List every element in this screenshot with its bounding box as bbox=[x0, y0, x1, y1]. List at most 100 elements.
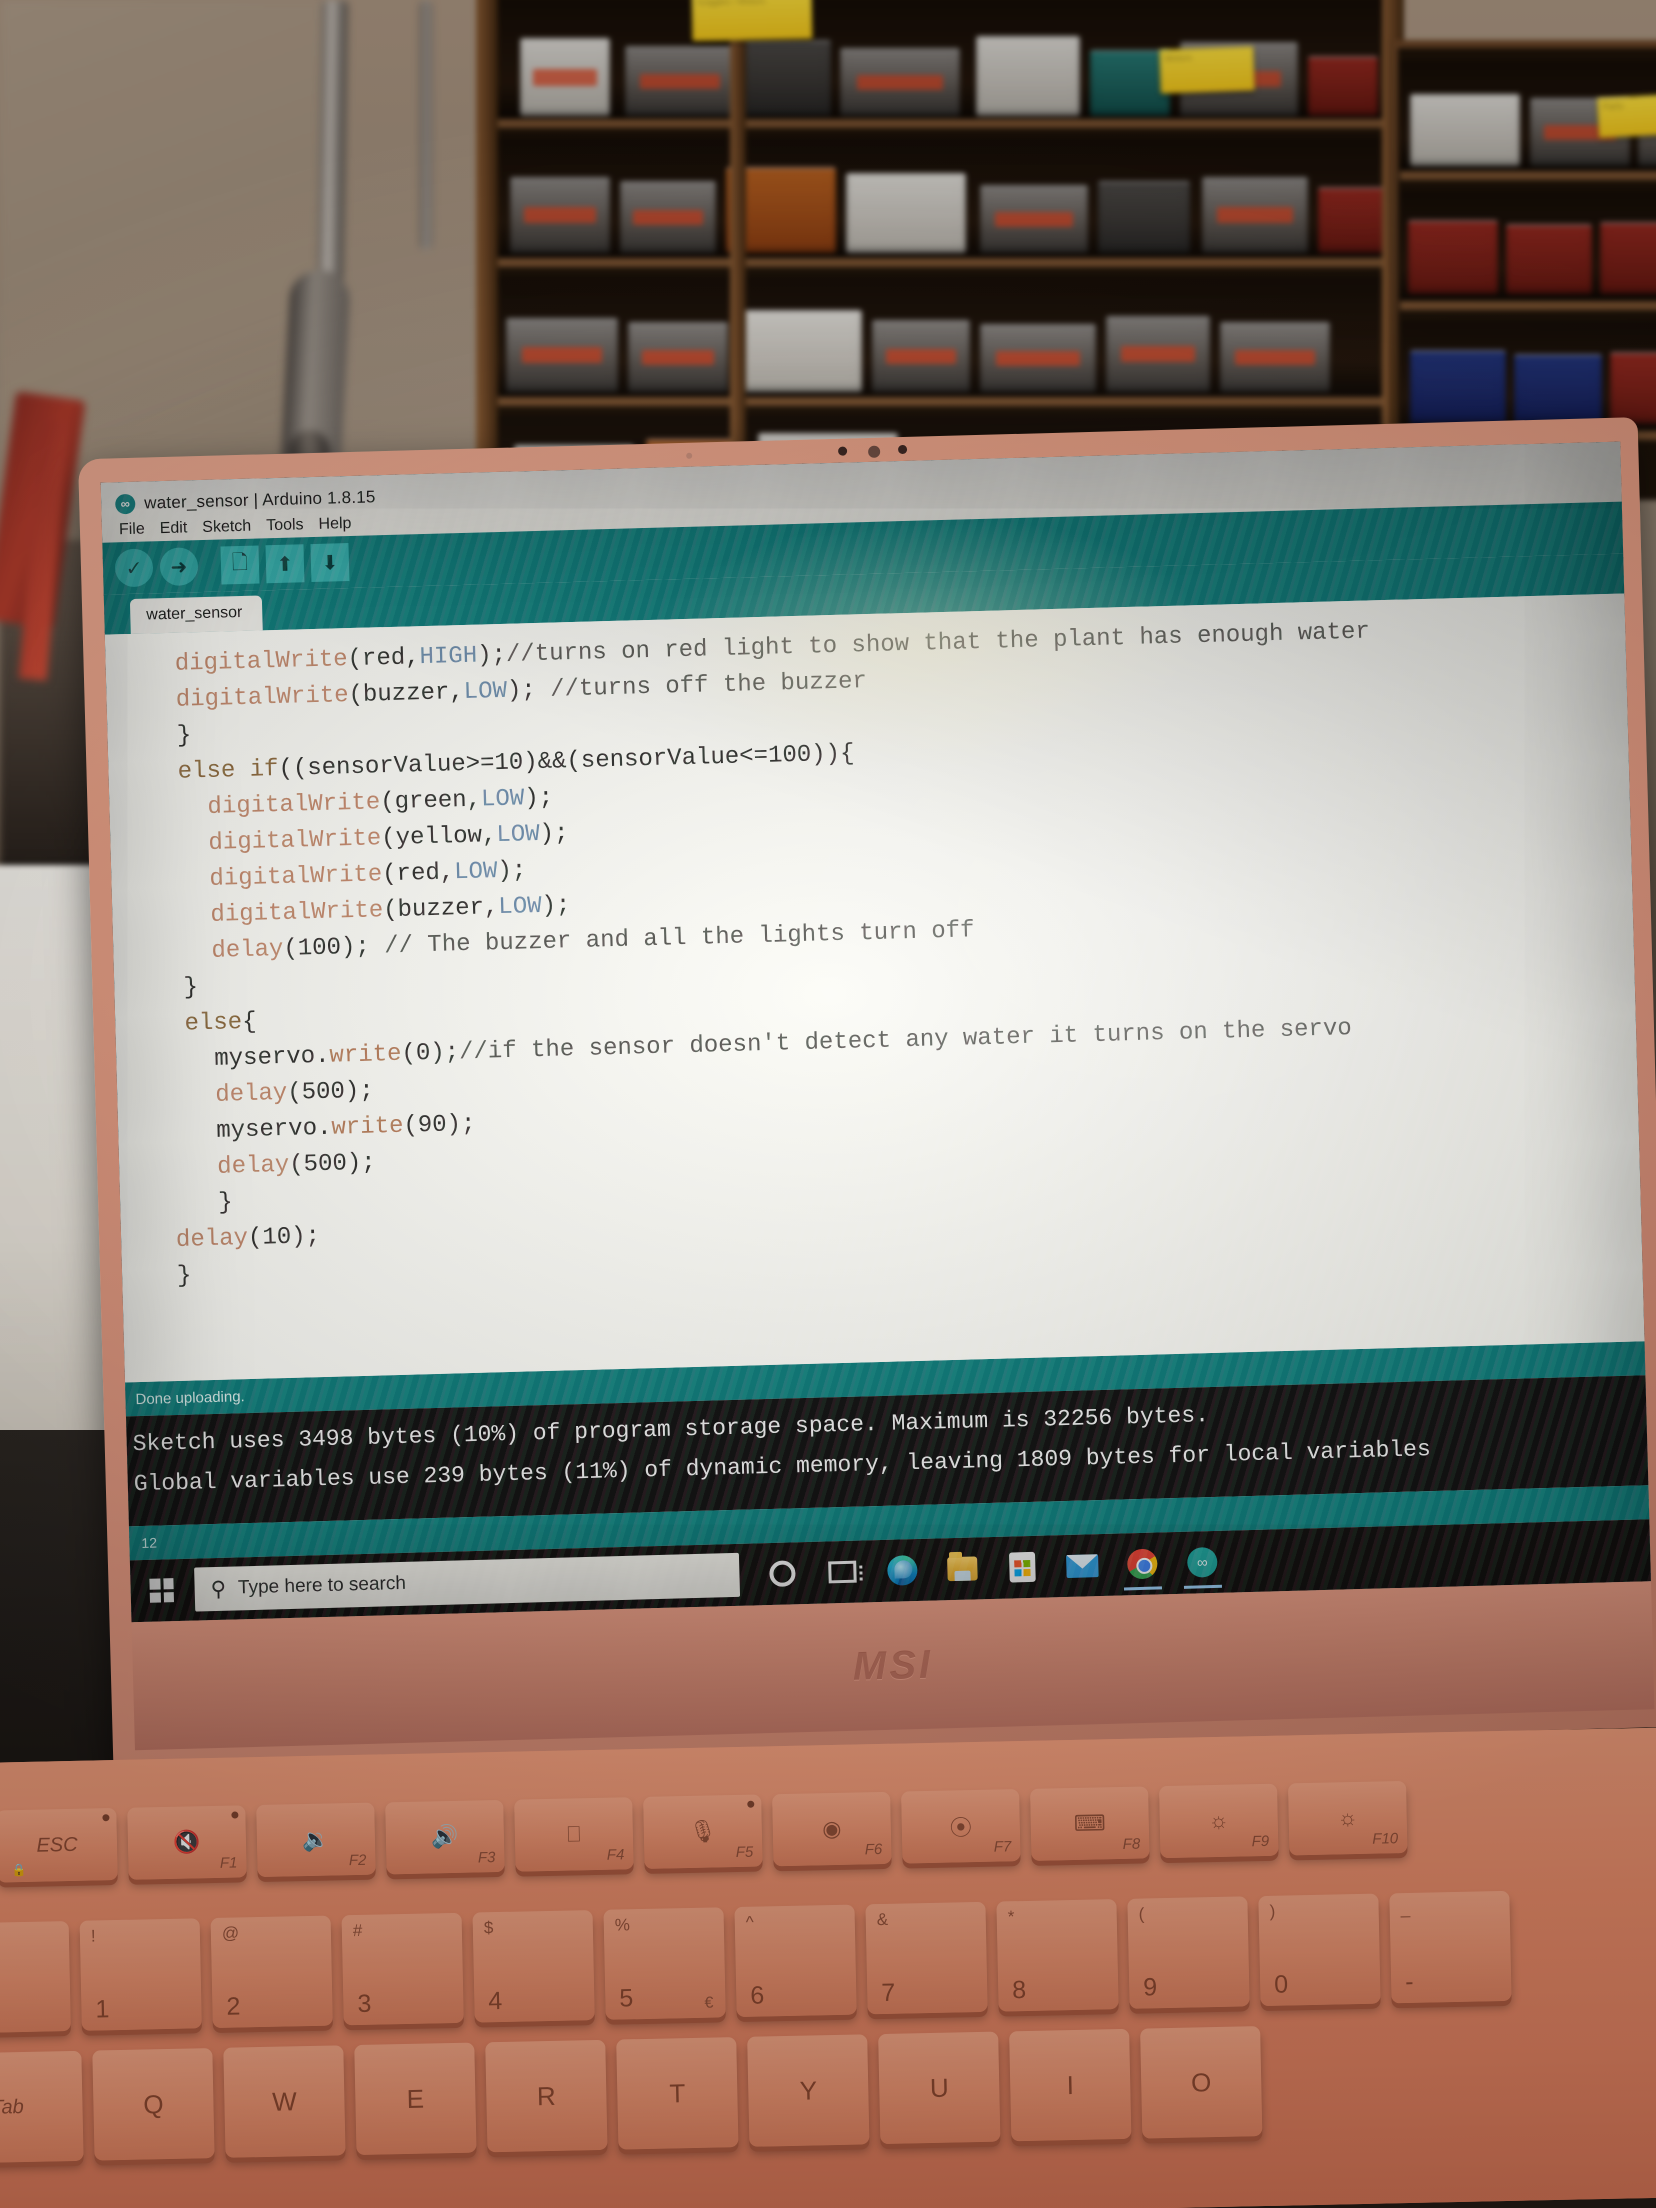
key-5-upper: % bbox=[614, 1915, 631, 1935]
key-6-lower: 6 bbox=[750, 1981, 765, 2010]
key-7[interactable]: & 7 bbox=[865, 1901, 988, 2015]
key-minus-lower: - bbox=[1404, 1967, 1414, 1997]
key-minus[interactable]: _ - bbox=[1389, 1890, 1512, 2004]
code-line: myservo.write(90); bbox=[143, 1110, 476, 1147]
key-5[interactable]: % 5 € bbox=[603, 1907, 726, 2020]
key-q[interactable]: Q bbox=[92, 2048, 215, 2161]
file-explorer-icon[interactable] bbox=[933, 1539, 993, 1599]
key-o[interactable]: O bbox=[1140, 2026, 1263, 2139]
task-view-icon[interactable] bbox=[813, 1542, 873, 1602]
mail-icon[interactable] bbox=[1053, 1536, 1113, 1596]
key-5-euro: € bbox=[704, 1994, 714, 2012]
key-e-label: E bbox=[406, 2083, 425, 2114]
key-t[interactable]: T bbox=[616, 2037, 739, 2150]
code-line: digitalWrite(green,LOW); bbox=[135, 784, 554, 823]
search-input[interactable]: ⚲ Type here to search bbox=[194, 1552, 741, 1612]
windows-start-icon[interactable] bbox=[130, 1559, 194, 1623]
key-2-upper: @ bbox=[221, 1923, 240, 1943]
key-e[interactable]: E bbox=[354, 2042, 477, 2156]
key-6[interactable]: ^ 6 bbox=[734, 1904, 857, 2018]
code-line: } bbox=[133, 722, 192, 751]
taskbar-items: ∞ bbox=[753, 1533, 1232, 1604]
window-title: water_sensor | Arduino 1.8.15 bbox=[143, 486, 376, 513]
key-f7-cooler[interactable]: ⦿ F7 bbox=[901, 1789, 1021, 1864]
line-number: 12 bbox=[141, 1534, 158, 1552]
laptop: ∞ water_sensor | Arduino 1.8.15 File Edi… bbox=[78, 416, 1656, 1769]
code-line: delay(500); bbox=[142, 1077, 375, 1111]
upload-button[interactable]: ➜ bbox=[159, 547, 199, 587]
code-editor[interactable]: digitalWrite(red,HIGH);//turns on red li… bbox=[104, 593, 1645, 1383]
code-line: } bbox=[140, 974, 199, 1003]
chrome-icon[interactable] bbox=[1113, 1534, 1173, 1594]
key-u[interactable]: U bbox=[878, 2031, 1001, 2145]
code-line: delay(10); bbox=[146, 1223, 321, 1255]
key-o-label: O bbox=[1190, 2066, 1212, 2098]
key-0[interactable]: ) 0 bbox=[1258, 1893, 1381, 2007]
key-f1-mute[interactable]: 🔇 F1 bbox=[127, 1805, 247, 1880]
microsoft-store-icon[interactable] bbox=[993, 1537, 1053, 1597]
key-f2-voldown[interactable]: 🔉 F2 bbox=[256, 1802, 376, 1878]
sticky-note-2-text: Motors bbox=[1164, 52, 1193, 64]
edge-icon[interactable] bbox=[873, 1541, 933, 1601]
key-esc[interactable]: ESC 🔒 bbox=[0, 1808, 118, 1883]
key-y[interactable]: Y bbox=[747, 2034, 870, 2147]
key-r[interactable]: R bbox=[485, 2039, 608, 2153]
key-3-upper: # bbox=[352, 1920, 363, 1941]
menu-item-help[interactable]: Help bbox=[318, 514, 351, 533]
key-tab[interactable]: Tab bbox=[0, 2050, 84, 2164]
key-5-lower: 5 bbox=[619, 1984, 634, 2013]
arrow-up-icon: ⬆ bbox=[276, 553, 294, 576]
key-1-upper: ! bbox=[90, 1926, 96, 1946]
sticky-note-1: Goggles / Motors bbox=[691, 0, 813, 42]
cortana-icon[interactable] bbox=[753, 1544, 813, 1604]
search-placeholder: Type here to search bbox=[237, 1572, 407, 1599]
key-1[interactable]: ! 1 bbox=[79, 1918, 202, 2031]
key-i[interactable]: I bbox=[1009, 2028, 1132, 2142]
key-backtick[interactable]: ~ ` bbox=[0, 1921, 71, 2034]
cooler-boost-icon: ⦿ bbox=[949, 1815, 973, 1841]
laptop-screen: ∞ water_sensor | Arduino 1.8.15 File Edi… bbox=[100, 441, 1651, 1623]
key-f6-webcam[interactable]: ◉ F6 bbox=[772, 1791, 892, 1867]
key-f10-brightness-up[interactable]: ☼ F10 bbox=[1287, 1780, 1408, 1856]
key-f7-label: F7 bbox=[993, 1838, 1012, 1856]
key-8-upper: * bbox=[1007, 1907, 1015, 1927]
key-f5-mic[interactable]: 🎙 F5 bbox=[643, 1794, 763, 1869]
new-sketch-button[interactable]: 🗋 bbox=[220, 545, 260, 585]
verify-button[interactable]: ✓ bbox=[114, 548, 154, 588]
volume-up-icon: 🔊 bbox=[430, 1823, 459, 1850]
key-f9-brightness-down[interactable]: ☼ F9 bbox=[1159, 1783, 1279, 1859]
key-f3-volup[interactable]: 🔊 F3 bbox=[385, 1799, 505, 1875]
sticky-note-3-text: Parts bbox=[1602, 100, 1624, 112]
check-icon: ✓ bbox=[125, 557, 143, 580]
key-2[interactable]: @ 2 bbox=[210, 1915, 333, 2029]
key-f4-display[interactable]: ⎕ F4 bbox=[514, 1797, 634, 1872]
key-minus-upper: _ bbox=[1400, 1898, 1411, 1919]
menu-item-sketch[interactable]: Sketch bbox=[202, 517, 251, 536]
key-8[interactable]: * 8 bbox=[996, 1899, 1119, 2012]
arrow-down-icon: ⬇ bbox=[321, 551, 339, 575]
menu-item-edit[interactable]: Edit bbox=[160, 519, 188, 538]
key-tab-label: Tab bbox=[0, 2095, 25, 2119]
key-f2-label: F2 bbox=[348, 1851, 367, 1870]
code-line: else if((sensorValue>=10)&&(sensorValue<… bbox=[134, 740, 855, 787]
key-t-label: T bbox=[669, 2077, 686, 2108]
menu-item-tools[interactable]: Tools bbox=[266, 516, 304, 535]
key-4[interactable]: $ 4 bbox=[472, 1910, 595, 2023]
menu-item-file[interactable]: File bbox=[119, 520, 145, 539]
save-sketch-button[interactable]: ⬇ bbox=[310, 543, 350, 583]
key-f4-label: F4 bbox=[606, 1846, 625, 1864]
tab-water-sensor[interactable]: water_sensor bbox=[129, 595, 263, 634]
key-r-label: R bbox=[536, 2080, 557, 2111]
key-f10-label: F10 bbox=[1372, 1830, 1399, 1848]
key-f8-backlight[interactable]: ⌨ F8 bbox=[1030, 1786, 1150, 1861]
open-sketch-button[interactable]: ⬆ bbox=[265, 544, 305, 584]
key-w[interactable]: W bbox=[223, 2045, 346, 2158]
search-icon: ⚲ bbox=[210, 1577, 227, 1601]
key-3[interactable]: # 3 bbox=[341, 1912, 464, 2026]
key-y-label: Y bbox=[799, 2074, 818, 2106]
arduino-taskbar-icon[interactable]: ∞ bbox=[1173, 1533, 1233, 1593]
key-f6-label: F6 bbox=[864, 1840, 883, 1859]
code-line: digitalWrite(red,LOW); bbox=[137, 857, 527, 895]
key-9[interactable]: ( 9 bbox=[1127, 1896, 1250, 2009]
microphone-mute-icon: 🎙 bbox=[688, 1818, 718, 1845]
